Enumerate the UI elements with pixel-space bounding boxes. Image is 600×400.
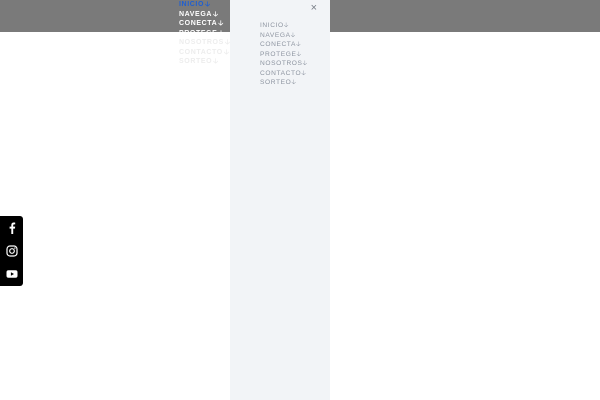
youtube-icon[interactable]: [6, 268, 18, 280]
arrow-down-icon: 🡣: [218, 20, 224, 27]
main-nav-item-sorteo[interactable]: SORTEO🡣: [179, 57, 231, 67]
main-nav-label: NOSOTROS: [179, 39, 224, 46]
main-nav-item-conecta[interactable]: CONECTA🡣: [179, 19, 231, 29]
drawer-item-label: CONECTA: [260, 41, 296, 48]
drawer-item-label: PROTEGE: [260, 50, 297, 58]
close-icon[interactable]: ×: [311, 2, 317, 15]
main-nav-item-inicio[interactable]: INICIO🡣: [179, 0, 231, 10]
drawer-item-label: SORTEO: [260, 79, 292, 86]
arrow-down-icon: 🡣: [213, 58, 219, 65]
main-nav-item-navega[interactable]: NAVEGA🡣: [179, 10, 231, 20]
drawer-item-conecta[interactable]: CONECTA🡣: [260, 40, 308, 50]
drawer-item-contacto[interactable]: CONTACTO🡣: [260, 69, 308, 79]
main-nav-item-nosotros[interactable]: NOSOTROS🡣: [179, 38, 231, 48]
arrow-down-icon: 🡣: [291, 79, 297, 86]
drawer-item-navega[interactable]: NAVEGA🡣: [260, 31, 308, 41]
main-nav-item-protege[interactable]: PROTEGE🡣: [179, 29, 231, 39]
main-nav-label: PROTEGE: [179, 29, 218, 37]
drawer-item-label: CONTACTO: [260, 69, 302, 77]
drawer-item-nosotros[interactable]: NOSOTROS🡣: [260, 59, 308, 69]
main-nav-menu: INICIO🡣 NAVEGA🡣 CONECTA🡣 PROTEGE🡣 NOSOTR…: [179, 0, 231, 67]
facebook-icon[interactable]: [6, 222, 18, 234]
drawer-item-label: NOSOTROS: [260, 60, 303, 67]
main-nav-label: INICIO: [179, 1, 204, 8]
drawer-item-inicio[interactable]: INICIO🡣: [260, 21, 308, 31]
arrow-down-icon: 🡣: [218, 29, 225, 37]
main-nav-label: CONTACTO: [179, 48, 223, 56]
main-nav-label: SORTEO: [179, 58, 213, 65]
drawer-item-sorteo[interactable]: SORTEO🡣: [260, 78, 308, 88]
arrow-down-icon: 🡣: [205, 1, 211, 8]
arrow-down-icon: 🡣: [301, 69, 307, 77]
drawer-nav-menu: INICIO🡣 NAVEGA🡣 CONECTA🡣 PROTEGE🡣 NOSOTR…: [260, 21, 308, 88]
arrow-down-icon: 🡣: [295, 41, 302, 48]
arrow-down-icon: 🡣: [296, 50, 302, 58]
arrow-down-icon: 🡣: [290, 31, 296, 39]
arrow-down-icon: 🡣: [213, 10, 219, 18]
mobile-menu-drawer: × INICIO🡣 NAVEGA🡣 CONECTA🡣 PROTEGE🡣 NOSO…: [230, 0, 330, 400]
main-nav-label: CONECTA: [179, 20, 218, 27]
arrow-down-icon: 🡣: [283, 22, 290, 29]
drawer-item-label: NAVEGA: [260, 31, 291, 39]
drawer-item-protege[interactable]: PROTEGE🡣: [260, 50, 308, 60]
main-nav-label: NAVEGA: [179, 10, 213, 18]
instagram-icon[interactable]: [5, 245, 18, 257]
drawer-item-label: INICIO: [260, 22, 284, 29]
social-sidebar: [0, 216, 23, 286]
main-nav-item-contacto[interactable]: CONTACTO🡣: [179, 48, 231, 58]
arrow-down-icon: 🡣: [302, 60, 308, 67]
arrow-down-icon: 🡣: [223, 48, 230, 56]
